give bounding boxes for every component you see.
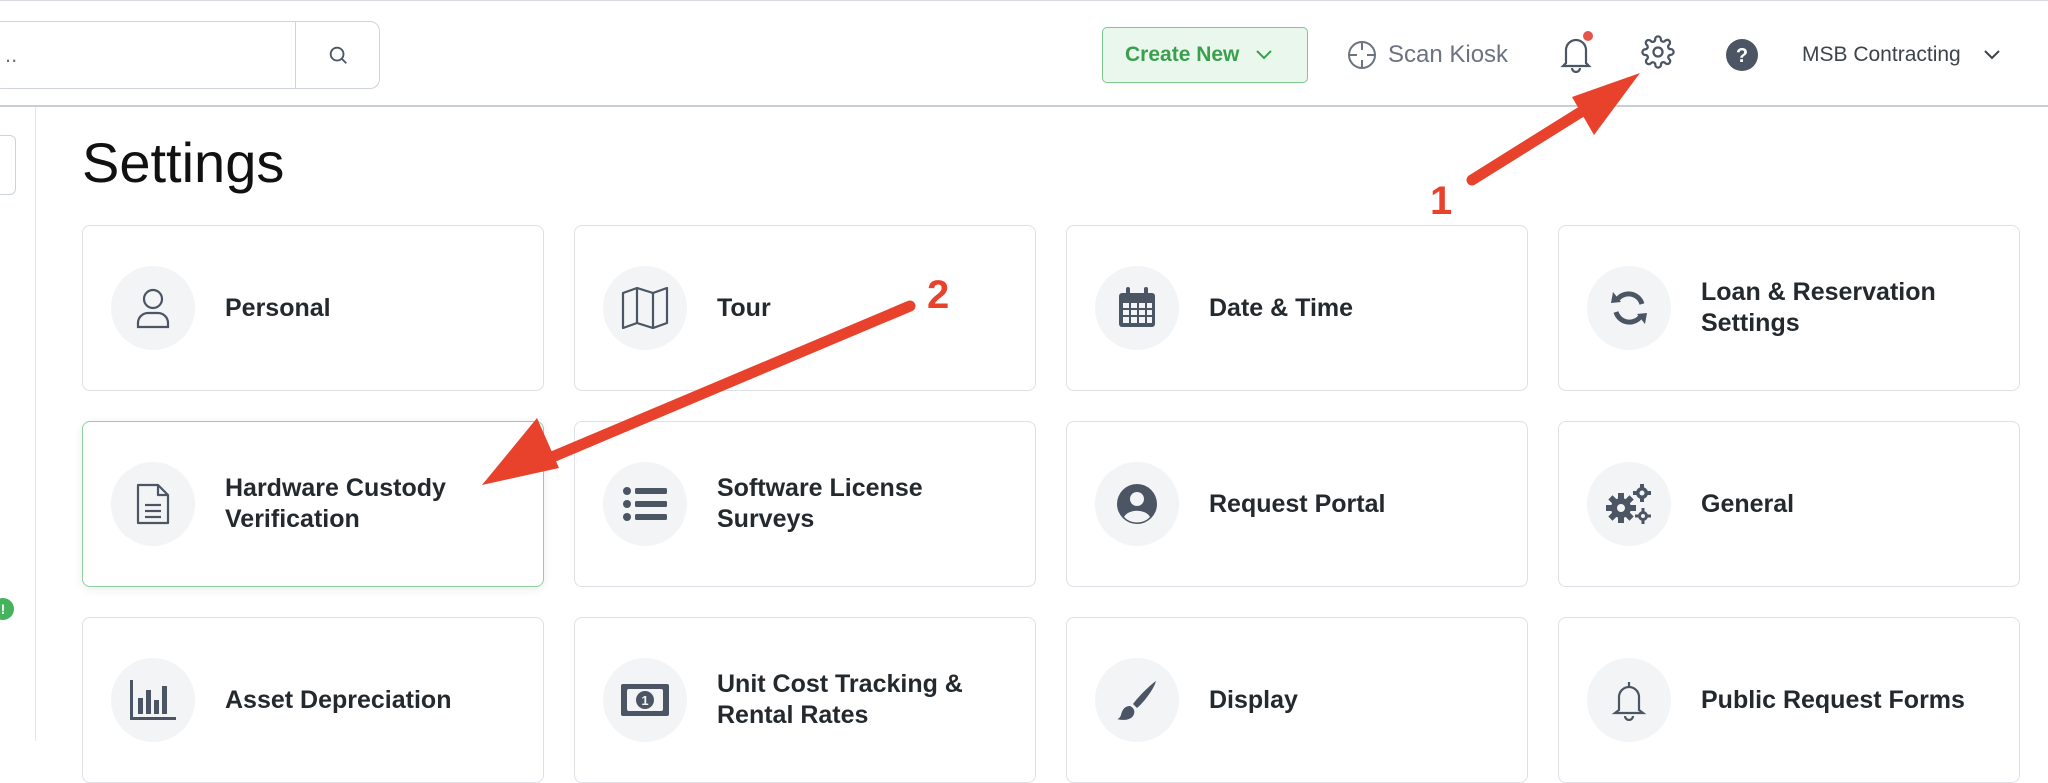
scan-kiosk-button[interactable]: Scan Kiosk [1346, 35, 1508, 75]
help-button[interactable]: ? [1725, 38, 1759, 72]
settings-card-loan-reservation[interactable]: Loan & Reservation Settings [1558, 225, 2020, 391]
settings-card-public-request-forms[interactable]: Public Request Forms [1558, 617, 2020, 783]
card-icon-wrap [603, 266, 687, 350]
sidebar [0, 107, 36, 741]
account-menu[interactable]: MSB Contracting [1802, 37, 2001, 73]
card-label: Display [1209, 685, 1298, 714]
card-icon-wrap: 1 [603, 658, 687, 742]
step-number-1: 1 [1430, 179, 1452, 223]
user-icon [136, 288, 170, 329]
chevron-down-icon [1256, 50, 1273, 60]
sidebar-toggle[interactable] [0, 135, 16, 195]
user-circle-icon [1117, 484, 1157, 524]
settings-card-unit-cost-tracking[interactable]: 1 Unit Cost Tracking & Rental Rates [574, 617, 1036, 783]
card-icon-wrap [111, 266, 195, 350]
svg-text:1: 1 [641, 693, 648, 708]
card-icon-wrap [111, 658, 195, 742]
card-icon-wrap [111, 462, 195, 546]
card-icon-wrap [1587, 658, 1671, 742]
card-icon-wrap [1095, 462, 1179, 546]
card-icon-wrap [1587, 462, 1671, 546]
card-label: Loan & Reservation Settings [1701, 278, 1936, 337]
search-icon [329, 46, 347, 64]
card-label: Hardware Custody Verification [225, 474, 446, 533]
gears-icon [1606, 484, 1651, 524]
card-label: Tour [717, 293, 771, 322]
settings-card-general[interactable]: General [1558, 421, 2020, 587]
svg-text:?: ? [1736, 45, 1748, 67]
card-icon-wrap [603, 462, 687, 546]
settings-card-display[interactable]: Display [1066, 617, 1528, 783]
settings-card-asset-depreciation[interactable]: Asset Depreciation [82, 617, 544, 783]
notifications-button[interactable] [1556, 31, 1596, 75]
list-icon [623, 487, 667, 521]
card-label: Request Portal [1209, 489, 1386, 518]
card-label: Software License Surveys [717, 474, 923, 533]
card-label: Public Request Forms [1701, 685, 1965, 714]
create-new-label: Create New [1125, 43, 1240, 66]
settings-card-software-license[interactable]: Software License Surveys [574, 421, 1036, 587]
card-label: General [1701, 489, 1795, 518]
map-icon [621, 287, 669, 329]
settings-card-request-portal[interactable]: Request Portal [1066, 421, 1528, 587]
card-label: Asset Depreciation [225, 685, 452, 714]
question-circle-icon: ? [1726, 39, 1758, 71]
scan-kiosk-label: Scan Kiosk [1388, 41, 1509, 68]
calendar-icon [1119, 287, 1155, 327]
paint-brush-icon [1117, 681, 1156, 720]
card-label: Unit Cost Tracking & Rental Rates [717, 670, 963, 729]
card-icon-wrap [1587, 266, 1671, 350]
card-icon-wrap [1095, 266, 1179, 350]
money-bill-icon: 1 [621, 684, 669, 716]
account-name: MSB Contracting [1802, 43, 1961, 66]
notification-dot [1583, 31, 1593, 41]
card-icon-wrap [1095, 658, 1179, 742]
crosshair-icon [1348, 41, 1376, 69]
page-title: Settings [82, 131, 285, 194]
search-button[interactable] [295, 22, 380, 88]
settings-card-hardware-custody[interactable]: Hardware Custody Verification [82, 421, 544, 587]
document-icon [136, 483, 170, 525]
sync-icon [1611, 291, 1647, 325]
gear-icon [1641, 35, 1675, 69]
top-bar: Create New Scan Kiosk ? MSB Contracting [0, 0, 2048, 107]
chevron-down-icon [1984, 50, 2000, 60]
create-new-button[interactable]: Create New [1102, 27, 1308, 83]
search-box [0, 21, 380, 89]
card-label: Date & Time [1209, 293, 1354, 322]
bar-chart-icon [130, 680, 176, 720]
settings-card-personal[interactable]: Personal [82, 225, 544, 391]
settings-card-date-time[interactable]: Date & Time [1066, 225, 1528, 391]
search-input[interactable] [0, 22, 295, 88]
bell-icon [1611, 682, 1647, 721]
settings-button[interactable] [1640, 34, 1676, 70]
card-label: Personal [225, 293, 331, 322]
settings-card-tour[interactable]: Tour [574, 225, 1036, 391]
